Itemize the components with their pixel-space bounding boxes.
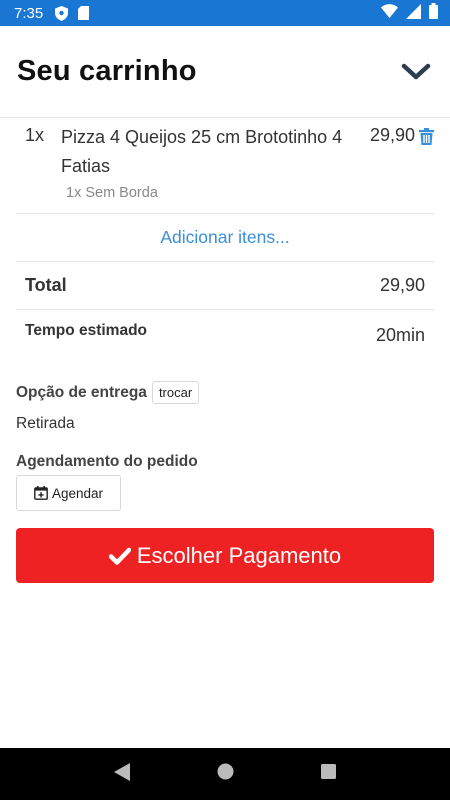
item-name: Pizza 4 Queijos 25 cm Brototinho 4 Fatia… (61, 127, 343, 176)
status-time: 7:35 (14, 4, 44, 22)
cart-item: 1x Pizza 4 Queijos 25 cm Brototinho 4 Fa… (16, 118, 434, 214)
cart-content: 1x Pizza 4 Queijos 25 cm Brototinho 4 Fa… (16, 118, 434, 583)
status-bar: 7:35 (0, 0, 450, 26)
cart-header: Seu carrinho (0, 26, 450, 118)
signal-icon (406, 3, 421, 23)
item-quantity: 1x (25, 125, 45, 145)
calendar-plus-icon (34, 486, 48, 500)
estimated-time-value: 20min (375, 325, 425, 345)
total-label: Total (25, 275, 67, 295)
estimated-time-label: Tempo estimado (25, 322, 148, 339)
delivery-mode: Retirada (16, 415, 75, 432)
delivery-section: Opção de entrega trocar Retirada (16, 381, 434, 433)
check-icon (108, 547, 131, 565)
schedule-button-label: Agendar (52, 485, 104, 501)
estimated-time-row: Tempo estimado 20min (16, 310, 434, 358)
choose-payment-button[interactable]: Escolher Pagamento (16, 528, 434, 583)
item-info: Pizza 4 Queijos 25 cm Brototinho 4 Fatia… (61, 123, 370, 213)
chevron-down-icon[interactable] (401, 62, 431, 82)
wifi-icon (381, 4, 398, 22)
trash-icon[interactable] (419, 128, 434, 213)
sd-card-icon (78, 6, 90, 20)
shield-icon (55, 5, 69, 21)
total-value: 29,90 (379, 275, 425, 295)
delivery-title: Opção de entrega (16, 383, 147, 401)
schedule-section: Agendamento do pedido Agendar (16, 453, 434, 511)
item-option: 1x Sem Borda (66, 185, 158, 201)
change-delivery-button[interactable]: trocar (151, 381, 200, 404)
item-price: 29,90 (369, 125, 415, 145)
page-title: Seu carrinho (17, 55, 197, 87)
schedule-title: Agendamento do pedido (16, 453, 198, 470)
add-items-link[interactable]: Adicionar itens... (16, 214, 434, 262)
schedule-button[interactable]: Agendar (16, 475, 122, 511)
battery-icon (429, 3, 438, 23)
choose-payment-label: Escolher Pagamento (136, 542, 342, 568)
system-nav-bar (0, 748, 450, 800)
back-icon[interactable] (113, 762, 130, 786)
total-row: Total 29,90 (16, 262, 434, 310)
home-icon[interactable] (217, 763, 234, 785)
recents-icon[interactable] (321, 764, 337, 784)
